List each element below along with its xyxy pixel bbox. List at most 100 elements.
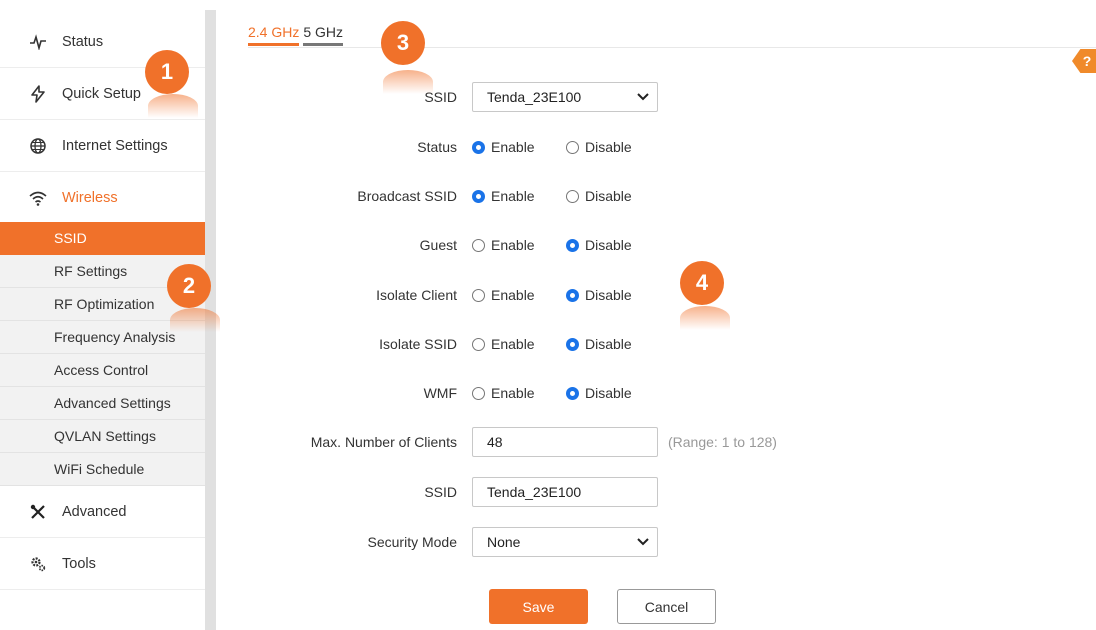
- sidebar-subitem-advanced-settings[interactable]: Advanced Settings: [0, 387, 206, 420]
- tab-underline: [248, 47, 1096, 48]
- radio-label: Disable: [585, 336, 632, 352]
- radio-label: Enable: [491, 139, 535, 155]
- radio-checked-icon: [566, 337, 579, 351]
- cancel-button[interactable]: Cancel: [617, 589, 716, 624]
- isolate-ssid-row: Isolate SSID Enable Disable: [220, 327, 1096, 361]
- ssid-name-label: SSID: [424, 484, 457, 500]
- wmf-row: WMF Enable Disable: [220, 376, 1096, 410]
- sidebar-item-wireless[interactable]: Wireless: [0, 172, 206, 224]
- max-clients-input[interactable]: [472, 427, 658, 457]
- sidebar-item-label: Advanced: [62, 503, 127, 520]
- chevron-down-icon: [637, 93, 649, 101]
- radio-checked-icon: [566, 288, 579, 302]
- ssid-name-input[interactable]: [472, 477, 658, 507]
- radio-label: Disable: [585, 287, 632, 303]
- band-tabs: 2.4 GHz 5 GHz: [248, 24, 344, 46]
- wmf-label: WMF: [423, 385, 457, 401]
- broadcast-ssid-label: Broadcast SSID: [357, 188, 457, 204]
- security-mode-row: Security Mode None: [220, 525, 1096, 559]
- radio-unchecked-icon: [472, 288, 485, 302]
- radio-checked-icon: [472, 189, 485, 203]
- gears-icon: [28, 554, 48, 574]
- status-enable-radio[interactable]: Enable: [472, 139, 538, 155]
- radio-checked-icon: [566, 386, 579, 400]
- sidebar-item-label: Tools: [62, 555, 96, 572]
- tab-5ghz[interactable]: 5 GHz: [303, 24, 344, 46]
- guest-label: Guest: [419, 237, 457, 253]
- sidebar-item-label: Internet Settings: [62, 137, 168, 154]
- callout-badge-2: 2: [167, 264, 211, 308]
- pulse-icon: [28, 32, 48, 52]
- sidebar-subitem-ssid[interactable]: SSID: [0, 222, 206, 255]
- security-mode-select[interactable]: None: [472, 527, 658, 557]
- callout-badge-3: 3: [381, 21, 425, 65]
- ssid-select[interactable]: Tenda_23E100: [472, 82, 658, 112]
- status-label: Status: [417, 139, 457, 155]
- isolate-client-row: Isolate Client Enable Disable: [220, 278, 1096, 312]
- isolate-ssid-label: Isolate SSID: [379, 336, 457, 352]
- sidebar-item-label: Status: [62, 33, 104, 50]
- save-button[interactable]: Save: [489, 589, 588, 624]
- isolate-ssid-disable-radio[interactable]: Disable: [566, 336, 632, 352]
- radio-label: Enable: [491, 287, 535, 303]
- ssid-select-value: Tenda_23E100: [487, 89, 582, 105]
- radio-label: Enable: [491, 385, 535, 401]
- callout-badge-1: 1: [145, 50, 189, 94]
- guest-row: Guest Enable Disable: [220, 228, 1096, 262]
- radio-unchecked-icon: [472, 337, 485, 351]
- ssid-select-row: SSID Tenda_23E100: [220, 80, 1096, 114]
- chevron-down-icon: [637, 538, 649, 546]
- tab-2-4ghz[interactable]: 2.4 GHz: [248, 24, 300, 46]
- wmf-disable-radio[interactable]: Disable: [566, 385, 632, 401]
- radio-label: Disable: [585, 385, 632, 401]
- guest-enable-radio[interactable]: Enable: [472, 237, 538, 253]
- security-mode-value: None: [487, 534, 521, 550]
- isolate-client-disable-radio[interactable]: Disable: [566, 287, 632, 303]
- wifi-icon: [28, 188, 48, 208]
- sidebar-item-internet-settings[interactable]: Internet Settings: [0, 120, 206, 172]
- badge-glow: [170, 308, 220, 332]
- isolate-ssid-enable-radio[interactable]: Enable: [472, 336, 538, 352]
- radio-checked-icon: [566, 238, 579, 252]
- radio-label: Enable: [491, 336, 535, 352]
- sidebar-subitem-access-control[interactable]: Access Control: [0, 354, 206, 387]
- radio-label: Enable: [491, 188, 535, 204]
- sidebar-item-advanced[interactable]: Advanced: [0, 486, 206, 538]
- isolate-client-label: Isolate Client: [376, 287, 457, 303]
- sidebar-subitem-wifi-schedule[interactable]: WiFi Schedule: [0, 453, 206, 486]
- badge-glow: [148, 94, 198, 118]
- max-clients-label: Max. Number of Clients: [310, 434, 457, 450]
- badge-glow: [680, 306, 730, 330]
- max-clients-hint: (Range: 1 to 128): [668, 434, 777, 450]
- radio-checked-icon: [472, 140, 485, 154]
- badge-glow: [383, 70, 433, 94]
- isolate-client-enable-radio[interactable]: Enable: [472, 287, 538, 303]
- security-mode-label: Security Mode: [367, 534, 457, 550]
- radio-unchecked-icon: [566, 189, 579, 203]
- status-row: Status Enable Disable: [220, 130, 1096, 164]
- help-icon[interactable]: ?: [1072, 49, 1096, 73]
- radio-label: Disable: [585, 237, 632, 253]
- globe-icon: [28, 136, 48, 156]
- broadcast-enable-radio[interactable]: Enable: [472, 188, 538, 204]
- callout-badge-4: 4: [680, 261, 724, 305]
- status-disable-radio[interactable]: Disable: [566, 139, 632, 155]
- sidebar-subitem-qvlan-settings[interactable]: QVLAN Settings: [0, 420, 206, 453]
- radio-unchecked-icon: [566, 140, 579, 154]
- ssid-select-label: SSID: [424, 89, 457, 105]
- radio-label: Disable: [585, 188, 632, 204]
- max-clients-row: Max. Number of Clients (Range: 1 to 128): [220, 425, 1096, 459]
- radio-label: Enable: [491, 237, 535, 253]
- sidebar-item-label: Quick Setup: [62, 85, 141, 102]
- sidebar-item-label: Wireless: [62, 190, 118, 206]
- broadcast-ssid-row: Broadcast SSID Enable Disable: [220, 179, 1096, 213]
- ssid-name-row: SSID: [220, 475, 1096, 509]
- bolt-icon: [28, 84, 48, 104]
- sidebar-item-tools[interactable]: Tools: [0, 538, 206, 590]
- radio-label: Disable: [585, 139, 632, 155]
- broadcast-disable-radio[interactable]: Disable: [566, 188, 632, 204]
- radio-unchecked-icon: [472, 386, 485, 400]
- radio-unchecked-icon: [472, 238, 485, 252]
- wmf-enable-radio[interactable]: Enable: [472, 385, 538, 401]
- guest-disable-radio[interactable]: Disable: [566, 237, 632, 253]
